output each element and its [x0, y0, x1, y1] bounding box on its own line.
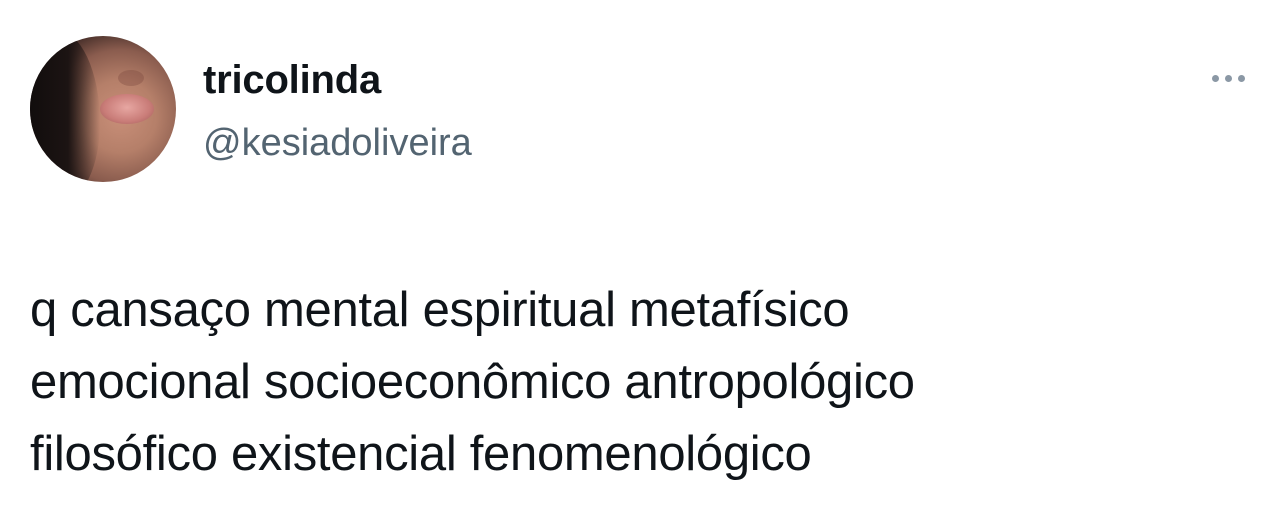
dot-2 — [1224, 74, 1232, 82]
author-display-name[interactable]: tricolinda — [203, 56, 381, 104]
tweet-text: q cansaço mental espiritual metafísico e… — [30, 283, 915, 481]
author-handle[interactable]: @kesiadoliveira — [203, 120, 472, 166]
avatar-nose — [118, 70, 144, 86]
dot-1 — [1211, 74, 1219, 82]
more-options-button[interactable] — [1196, 54, 1260, 102]
tweet-card: tricolinda @kesiadoliveira q cansaço men… — [0, 0, 1284, 532]
avatar-hair — [30, 36, 100, 182]
dot-3 — [1237, 74, 1245, 82]
author-avatar[interactable] — [30, 36, 176, 182]
more-horizontal-icon — [1211, 74, 1245, 82]
avatar-lips — [100, 94, 154, 124]
